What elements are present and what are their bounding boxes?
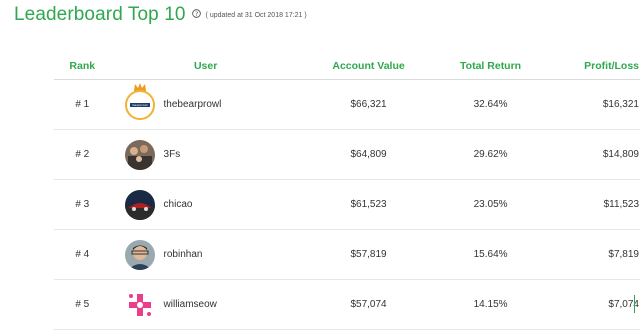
user-cell: robinhan [111, 230, 301, 280]
table-row: # 4 robinhan $57,819 15.64% $7,819 [54, 230, 640, 280]
total-return-cell: 23.05% [436, 180, 544, 230]
total-return-cell: 15.64% [436, 230, 544, 280]
avatar-bear-logo-icon[interactable]: bearprowl [125, 90, 155, 120]
updated-timestamp: ( updated at 31 Oct 2018 17:21 ) [206, 12, 307, 19]
avatar-text: bearprowl [132, 103, 147, 107]
username-link[interactable]: chicao [164, 199, 193, 210]
account-value-cell: $66,321 [301, 80, 437, 130]
user-cell: chicao [111, 180, 301, 230]
total-return-cell: 14.15% [436, 280, 544, 330]
user-cell: 3Fs [111, 130, 301, 180]
rank-cell: # 2 [54, 130, 111, 180]
svg-text:?: ? [194, 11, 197, 18]
column-header-account-value: Account Value [301, 53, 437, 80]
total-return-cell: 32.64% [436, 80, 544, 130]
table-row: # 2 3Fs $64,809 29.62% $14,809 [54, 130, 640, 180]
table-header-row: Rank User Account Value Total Return Pro… [54, 53, 640, 80]
table-row: # 1 bearprowl thebearprowl $66,321 32.64… [54, 80, 640, 130]
avatar-group-photo-icon[interactable] [125, 140, 155, 170]
username-link[interactable]: thebearprowl [164, 99, 222, 110]
rank-cell: # 4 [54, 230, 111, 280]
rank-cell: # 5 [54, 280, 111, 330]
profit-loss-cell: $7,074 [545, 280, 640, 330]
account-value-cell: $64,809 [301, 130, 437, 180]
leaderboard-table: Rank User Account Value Total Return Pro… [54, 53, 640, 330]
question-circle-icon[interactable]: ? [192, 5, 201, 14]
account-value-cell: $61,523 [301, 180, 437, 230]
page-title: Leaderboard Top 10 [14, 4, 186, 26]
avatar-pink-cross-logo-icon[interactable] [125, 290, 155, 320]
username-link[interactable]: robinhan [164, 249, 203, 260]
profit-loss-cell: $7,819 [545, 230, 640, 280]
column-header-profit-loss: Profit/Loss [545, 53, 640, 80]
rank-cell: # 1 [54, 80, 111, 130]
profit-loss-cell: $14,809 [545, 130, 640, 180]
user-cell: williamseow [111, 280, 301, 330]
account-value-cell: $57,819 [301, 230, 437, 280]
column-header-total-return: Total Return [436, 53, 544, 80]
scroll-indicator [634, 295, 635, 313]
total-return-cell: 29.62% [436, 130, 544, 180]
avatar-portrait-photo-icon[interactable] [125, 240, 155, 270]
profit-loss-cell: $16,321 [545, 80, 640, 130]
column-header-user: User [111, 53, 301, 80]
column-header-rank: Rank [54, 53, 111, 80]
profit-loss-cell: $11,523 [545, 180, 640, 230]
username-link[interactable]: 3Fs [164, 149, 181, 160]
leaderboard-header: Leaderboard Top 10 ? ( updated at 31 Oct… [14, 4, 307, 26]
user-cell: bearprowl thebearprowl [111, 80, 301, 130]
rank-cell: # 3 [54, 180, 111, 230]
username-link[interactable]: williamseow [164, 299, 217, 310]
table-row: # 3 chicao $61,523 23.05% $11,523 [54, 180, 640, 230]
table-row: # 5 williamseow $57,074 14.15% $7,074 [54, 280, 640, 330]
avatar-car-photo-icon[interactable] [125, 190, 155, 220]
account-value-cell: $57,074 [301, 280, 437, 330]
